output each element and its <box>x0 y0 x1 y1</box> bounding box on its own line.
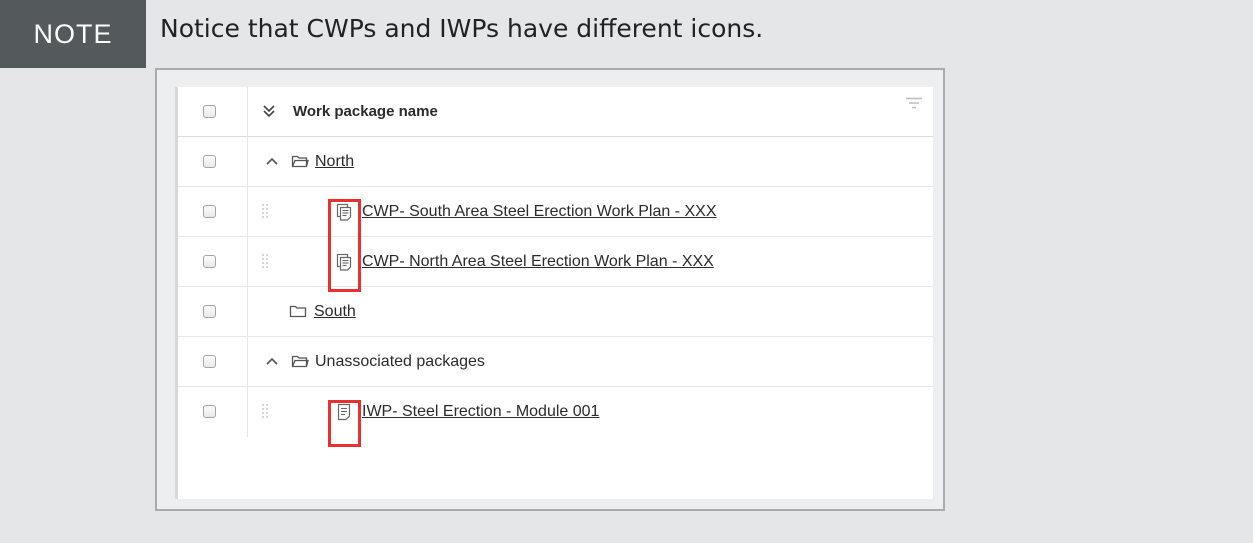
grid-header-row: Work package name <box>178 87 933 137</box>
folder-closed-icon <box>289 305 307 318</box>
row-label[interactable]: CWP- North Area Steel Erection Work Plan… <box>362 237 714 286</box>
double-chevron-down-icon[interactable] <box>262 103 276 119</box>
select-all-cell <box>178 87 248 136</box>
folder-open-icon <box>291 155 309 168</box>
row-checkbox[interactable] <box>203 355 216 368</box>
iwp-icon-highlight <box>328 400 361 447</box>
row-label[interactable]: North <box>315 137 354 186</box>
row-label[interactable]: CWP- South Area Steel Erection Work Plan… <box>362 187 717 236</box>
row-label[interactable]: Unassociated packages <box>315 337 485 386</box>
chevron-up-icon[interactable] <box>264 353 280 369</box>
table-row[interactable]: CWP- North Area Steel Erection Work Plan… <box>178 237 933 287</box>
row-checkbox[interactable] <box>203 305 216 318</box>
row-checkbox[interactable] <box>203 405 216 418</box>
table-row[interactable]: South <box>178 287 933 337</box>
filter-icon[interactable] <box>905 97 923 109</box>
note-box: NOTE Notice that CWPs and IWPs have diff… <box>0 0 1253 543</box>
screenshot-frame: Work package name North CWP- South Area … <box>155 68 945 511</box>
select-all-checkbox[interactable] <box>203 105 216 118</box>
row-label[interactable]: IWP- Steel Erection - Module 001 <box>362 387 599 437</box>
row-label[interactable]: South <box>314 287 356 336</box>
note-text: Notice that CWPs and IWPs have different… <box>160 14 764 43</box>
table-row[interactable]: IWP- Steel Erection - Module 001 <box>178 387 933 437</box>
column-header-work-package-name[interactable]: Work package name <box>293 87 438 136</box>
work-package-grid: Work package name North CWP- South Area … <box>175 87 933 499</box>
folder-open-icon <box>291 355 309 368</box>
cwp-icons-highlight <box>328 199 361 292</box>
table-row[interactable]: Unassociated packages <box>178 337 933 387</box>
chevron-up-icon[interactable] <box>264 153 280 169</box>
note-label: NOTE <box>0 0 146 68</box>
row-checkbox[interactable] <box>203 155 216 168</box>
drag-handle-icon[interactable] <box>261 253 269 271</box>
drag-handle-icon[interactable] <box>261 203 269 221</box>
table-row[interactable]: North <box>178 137 933 187</box>
row-checkbox[interactable] <box>203 255 216 268</box>
row-checkbox[interactable] <box>203 205 216 218</box>
table-row[interactable]: CWP- South Area Steel Erection Work Plan… <box>178 187 933 237</box>
drag-handle-icon[interactable] <box>261 403 269 421</box>
